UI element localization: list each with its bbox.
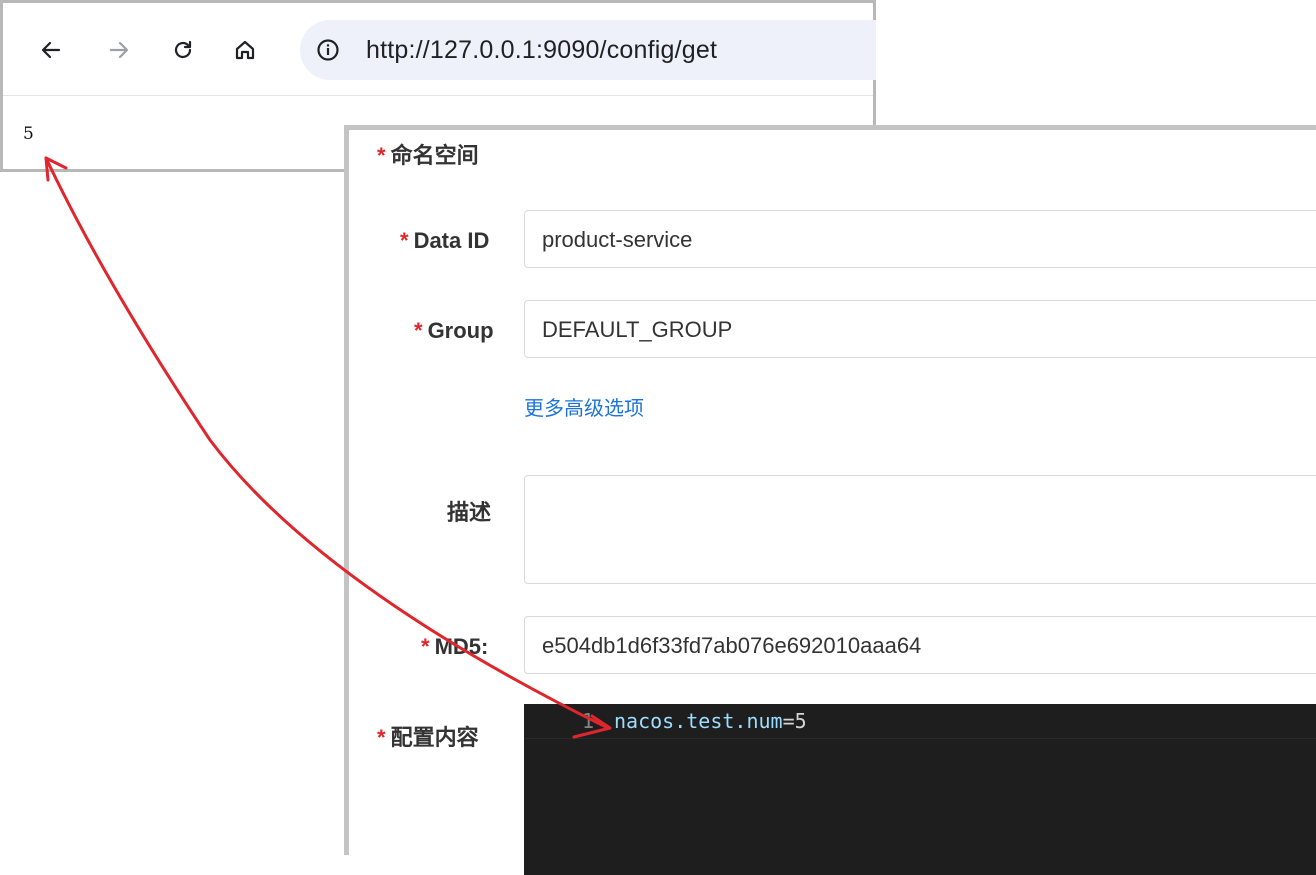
description-label: 描述 bbox=[447, 500, 492, 525]
config-content-editor[interactable]: 1 nacos.test.num=5 bbox=[524, 704, 1316, 875]
group-label: * Group bbox=[414, 318, 494, 343]
required-mark: * bbox=[414, 318, 423, 343]
arrow-left-icon bbox=[41, 41, 61, 59]
editor-line[interactable]: 1 nacos.test.num=5 bbox=[524, 704, 1316, 739]
advanced-options-link[interactable]: 更多高级选项 bbox=[524, 392, 644, 421]
data-id-input[interactable]: product-service bbox=[524, 210, 1316, 268]
description-textarea[interactable] bbox=[524, 475, 1316, 584]
namespace-label: * 命名空间 bbox=[377, 143, 479, 168]
group-input[interactable]: DEFAULT_GROUP bbox=[524, 300, 1316, 358]
code-text[interactable]: nacos.test.num=5 bbox=[614, 709, 807, 733]
md5-value: e504db1d6f33fd7ab076e692010aaa64 bbox=[542, 633, 922, 658]
url-text[interactable]: http://127.0.0.1:9090/config/get bbox=[366, 36, 717, 65]
home-icon bbox=[235, 40, 255, 60]
address-bar[interactable]: http://127.0.0.1:9090/config/get bbox=[300, 20, 876, 80]
required-mark: * bbox=[400, 228, 409, 253]
line-number: 1 bbox=[582, 709, 595, 733]
browser-toolbar: http://127.0.0.1:9090/config/get bbox=[3, 3, 876, 96]
forward-button[interactable] bbox=[99, 30, 139, 70]
info-circle-icon[interactable] bbox=[316, 38, 340, 62]
back-button[interactable] bbox=[31, 30, 71, 70]
response-body: 5 bbox=[23, 124, 34, 144]
data-id-label: * Data ID bbox=[400, 228, 490, 253]
home-button[interactable] bbox=[225, 30, 265, 70]
arrow-right-icon bbox=[109, 41, 129, 59]
content-label: * 配置内容 bbox=[377, 725, 479, 750]
data-id-value: product-service bbox=[542, 227, 693, 252]
required-mark: * bbox=[421, 634, 430, 659]
md5-input[interactable]: e504db1d6f33fd7ab076e692010aaa64 bbox=[524, 616, 1316, 674]
reload-icon bbox=[174, 40, 192, 59]
group-value: DEFAULT_GROUP bbox=[542, 317, 733, 342]
md5-label: * MD5: bbox=[421, 634, 489, 659]
config-form-panel: * 命名空间 * Data ID product-service * Group DE… bbox=[344, 125, 1316, 875]
required-mark: * bbox=[377, 725, 386, 750]
reload-button[interactable] bbox=[163, 30, 203, 70]
required-mark: * bbox=[377, 143, 386, 168]
